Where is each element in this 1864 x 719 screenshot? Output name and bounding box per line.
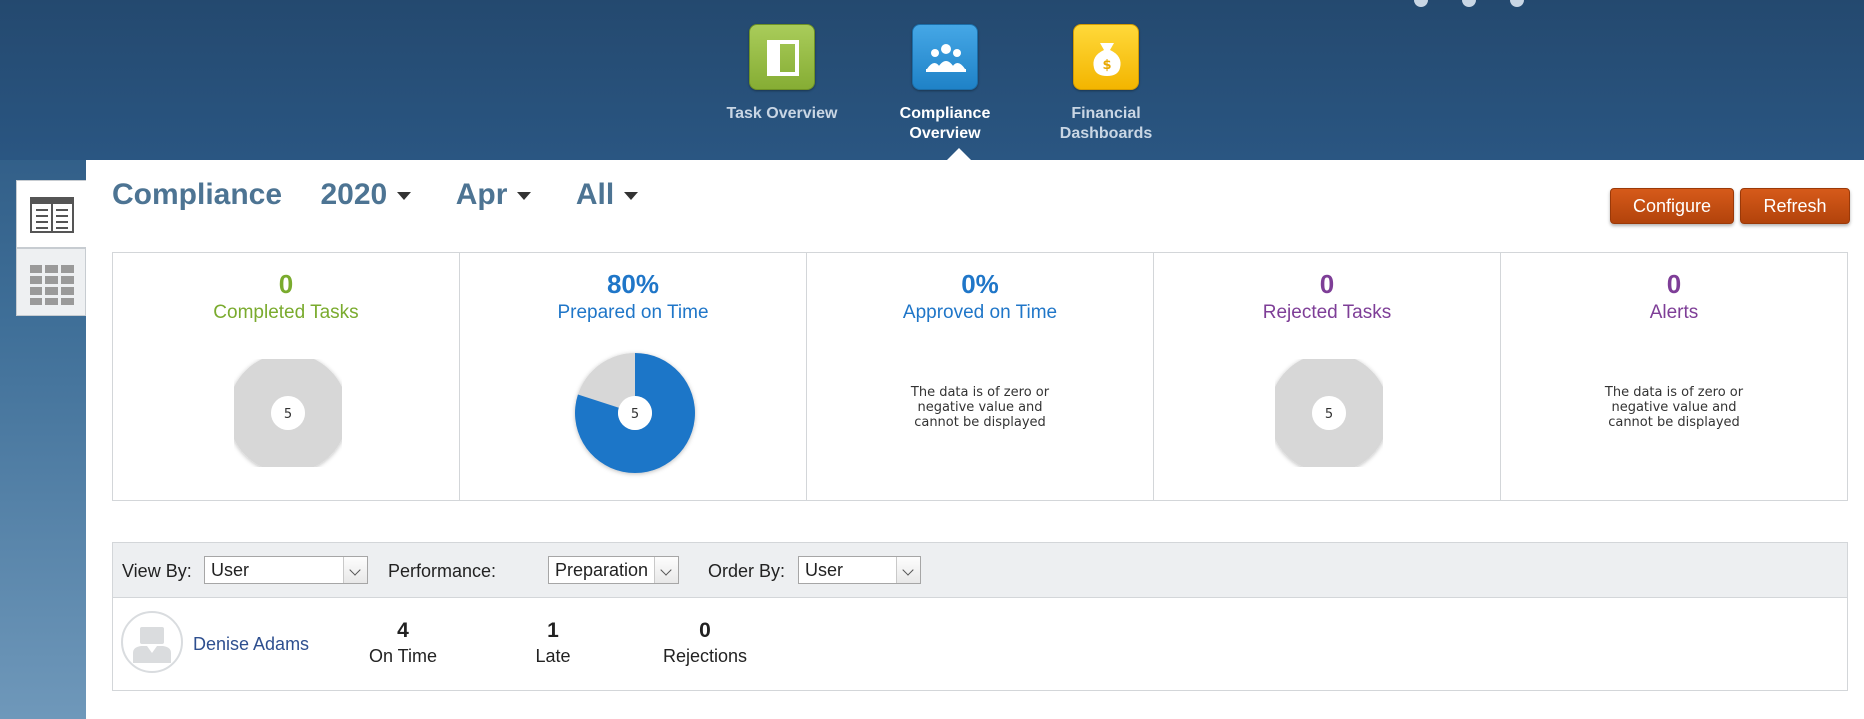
order-by-value: User: [805, 560, 844, 580]
metric-value: 0: [1319, 269, 1335, 299]
view-by-label: View By:: [122, 561, 192, 581]
metric-completed-tasks: 0 Completed Tasks 5: [113, 253, 460, 500]
metric-label: Rejected Tasks: [1262, 302, 1392, 323]
compliance-overview-icon: [912, 24, 978, 90]
metric-value: 0%: [961, 269, 999, 299]
nav-task-overview[interactable]: Task Overview: [702, 24, 862, 124]
utility-icon[interactable]: [1462, 0, 1476, 7]
on-time-label: On Time: [368, 646, 438, 666]
chevron-down-icon: [343, 557, 367, 583]
metric-label: Completed Tasks: [213, 302, 359, 323]
late-label: Late: [535, 646, 571, 666]
svg-text:$: $: [1102, 58, 1111, 73]
year-dropdown[interactable]: 2020: [321, 178, 412, 212]
performance-select[interactable]: Preparation: [548, 556, 679, 584]
chevron-down-icon: [397, 192, 412, 201]
metric-label: Alerts: [1649, 302, 1699, 323]
view-by-value: User: [211, 560, 250, 580]
donut-center-label: 5: [284, 407, 292, 422]
metric-label: Approved on Time: [902, 302, 1058, 323]
metric-value: 80%: [606, 269, 660, 299]
prepared-on-time-donut[interactable]: 5: [563, 341, 707, 485]
performance-label: Performance:: [388, 561, 497, 581]
compliance-panel: Compliance 2020 Apr All Configure Refres…: [86, 160, 1864, 719]
scope-value: All: [575, 178, 615, 211]
avatar: [121, 611, 183, 673]
metric-prepared-on-time: 80% Prepared on Time 5: [460, 253, 807, 500]
chevron-down-icon: [896, 557, 920, 583]
month-dropdown[interactable]: Apr: [456, 178, 532, 212]
year-value: 2020: [320, 178, 388, 211]
month-value: Apr: [455, 178, 508, 211]
late-value: 1: [547, 619, 559, 642]
metric-value: 0: [1666, 269, 1682, 299]
metric-rejected-tasks: 0 Rejected Tasks 5: [1154, 253, 1501, 500]
header-row: Compliance 2020 Apr All: [112, 178, 639, 218]
user-placeholder-icon: [133, 627, 171, 663]
refresh-button[interactable]: Refresh: [1740, 188, 1850, 224]
task-overview-icon: [749, 24, 815, 90]
top-navigation: Task Overview Compliance Overview $ Fina…: [0, 0, 1864, 160]
chevron-down-icon: [654, 557, 678, 583]
user-name-link[interactable]: Denise Adams: [193, 634, 309, 655]
rejected-tasks-donut[interactable]: 5: [1257, 341, 1401, 485]
metric-value: 0: [278, 269, 294, 299]
page-title: Compliance: [112, 178, 283, 211]
chevron-down-icon: [517, 192, 532, 201]
utility-icon[interactable]: [1510, 0, 1524, 7]
list-view-icon: [30, 197, 74, 233]
on-time-value: 4: [397, 619, 409, 642]
scope-dropdown[interactable]: All: [575, 178, 639, 212]
configure-button[interactable]: Configure: [1610, 188, 1734, 224]
metric-label: Prepared on Time: [557, 302, 709, 323]
completed-tasks-donut[interactable]: 5: [216, 341, 360, 485]
rejections-label: Rejections: [662, 646, 748, 666]
no-data-message: The data is of zero or negative value an…: [1604, 385, 1744, 430]
filter-bar: View By: User Performance: Preparation O…: [112, 542, 1848, 598]
metric-alerts: 0 Alerts The data is of zero or negative…: [1501, 253, 1847, 500]
list-view-tab[interactable]: [16, 180, 87, 248]
nav-financial-dashboards[interactable]: $ Financial Dashboards: [1026, 24, 1186, 144]
performance-value: Preparation: [555, 560, 649, 580]
nav-compliance-overview[interactable]: Compliance Overview: [865, 24, 1025, 144]
nav-label: Compliance Overview: [899, 105, 991, 142]
view-by-select[interactable]: User: [204, 556, 368, 584]
user-row: Denise Adams 4 On Time 1 Late 0 Rejectio…: [112, 597, 1848, 691]
financial-dashboards-icon: $: [1073, 24, 1139, 90]
on-time-stat: 4 On Time: [343, 619, 463, 667]
chevron-down-icon: [624, 192, 639, 201]
rejections-stat: 0 Rejections: [645, 619, 765, 667]
nav-label: Task Overview: [726, 105, 838, 122]
metric-approved-on-time: 0% Approved on Time The data is of zero …: [807, 253, 1154, 500]
grid-view-icon: [30, 265, 74, 305]
late-stat: 1 Late: [493, 619, 613, 667]
no-data-message: The data is of zero or negative value an…: [910, 385, 1050, 430]
order-by-label: Order By:: [708, 561, 786, 581]
donut-center-label: 5: [631, 407, 639, 422]
top-utility-icons: [1380, 0, 1524, 12]
grid-view-tab[interactable]: [16, 248, 86, 316]
donut-center-label: 5: [1325, 407, 1333, 422]
rejections-value: 0: [699, 619, 711, 642]
nav-label: Financial Dashboards: [1059, 105, 1153, 142]
metrics-strip: 0 Completed Tasks 5 80% Prepared on Time…: [112, 252, 1848, 501]
order-by-select[interactable]: User: [798, 556, 921, 584]
utility-icon[interactable]: [1414, 0, 1428, 7]
